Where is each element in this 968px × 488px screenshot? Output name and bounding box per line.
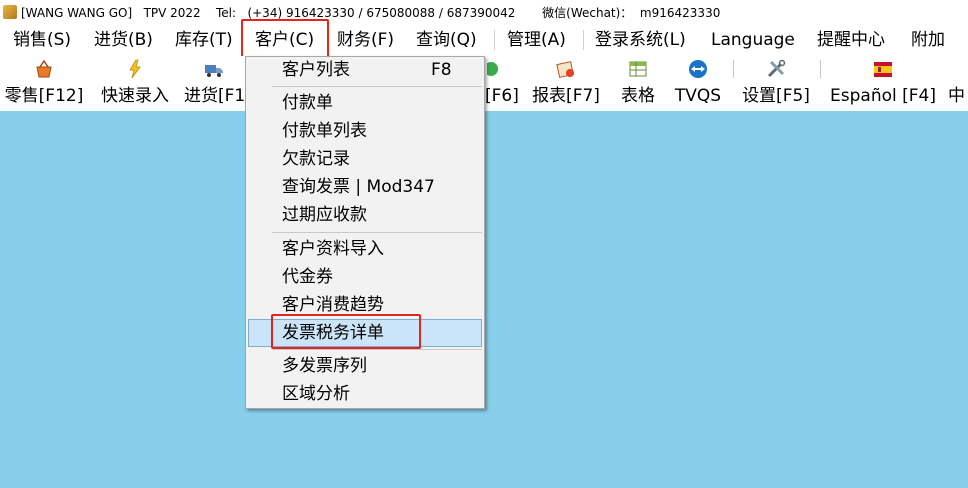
menu-item-region-analysis[interactable]: 区域分析 [248,381,482,407]
menu-reminder[interactable]: 提醒中心 [817,28,885,52]
menu-divider [272,86,482,87]
toolbar-label: 报表[F7] [532,86,600,106]
menu-item-multi-invoice-series[interactable]: 多发票序列 [248,353,482,379]
menu-language[interactable]: Language [711,28,795,52]
toolbar-table[interactable]: 表格 [614,56,662,111]
menu-item-payment[interactable]: 付款单 [248,90,482,116]
highlight-box-invoice-tax-detail [271,314,421,349]
toolbar-tvqs[interactable]: TVQS [670,56,726,111]
menu-item-label: 过期应收款 [282,205,367,225]
menu-item-label: 客户列表 [282,60,350,80]
highlight-box-customer-menu [241,19,329,59]
toolbar-chinese[interactable]: 中 [946,56,968,111]
menu-item-query-invoice[interactable]: 查询发票 | Mod347 [248,174,482,200]
spain-flag-icon [874,62,892,77]
menu-item-label: 付款单 [282,93,333,113]
toolbar-espanol[interactable]: Español [F4] [827,56,939,111]
menu-divider [272,349,482,350]
menu-item-label: 多发票序列 [282,356,367,376]
menu-inventory[interactable]: 库存(T) [175,28,233,52]
toolbar-separator [820,60,821,78]
truck-icon [205,65,223,77]
lightning-icon [129,59,141,79]
menu-item-label: 区域分析 [282,384,350,404]
toolbar-label: TVQS [674,86,722,106]
menu-divider [272,232,482,233]
menu-item-label: 付款单列表 [282,121,367,141]
menu-sales[interactable]: 销售(S) [13,28,71,52]
report-icon [556,61,574,78]
menu-separator [494,30,495,50]
window-title: [WANG WANG GO] TPV 2022 Tel: (+34) 91642… [21,5,721,20]
menu-item-label: 客户资料导入 [282,239,384,259]
menu-item-overdue-receivables[interactable]: 过期应收款 [248,202,482,228]
menu-item-debt-record[interactable]: 欠款记录 [248,146,482,172]
toolbar-label: 快速录入 [101,86,169,106]
toolbar-label: 进货[F1 [184,86,246,106]
app-icon [3,5,17,19]
menu-item-customer-import[interactable]: 客户资料导入 [248,236,482,262]
menu-item-label: 查询发票 | Mod347 [282,177,435,197]
toolbar-retail[interactable]: 零售[F12] [2,56,86,111]
toolbar-label: 中 [948,86,965,106]
menu-finance[interactable]: 财务(F) [337,28,394,52]
menu-separator [583,30,584,50]
green-circle-icon [487,62,498,76]
toolbar-f6[interactable]: [F6] [483,56,523,111]
menu-login[interactable]: 登录系统(L) [595,28,686,52]
toolbar-label: 设置[F5] [742,86,810,106]
customer-dropdown-menu: 客户列表 F8 付款单 付款单列表 欠款记录 查询发票 | Mod347 过期应… [245,56,485,409]
toolbar-label: [F6] [485,86,519,106]
title-bar: [WANG WANG GO] TPV 2022 Tel: (+34) 91642… [0,0,968,24]
menu-item-label: 代金券 [282,267,333,287]
menu-item-payment-list[interactable]: 付款单列表 [248,118,482,144]
menu-item-customer-list[interactable]: 客户列表 F8 [248,57,482,83]
menu-item-label: 欠款记录 [282,149,350,169]
tools-icon [767,59,786,78]
toolbar-label: 零售[F12] [4,86,84,106]
toolbar-separator [733,60,734,78]
menu-bar: 销售(S) 进货(B) 库存(T) 客户(C) 财务(F) 查询(Q) 管理(A… [0,24,968,56]
basket-icon [36,59,52,78]
menu-extra[interactable]: 附加 [911,28,945,52]
table-icon [629,61,647,77]
menu-item-shortcut: F8 [431,60,452,80]
menu-item-voucher[interactable]: 代金券 [248,264,482,290]
menu-purchase[interactable]: 进货(B) [94,28,153,52]
menu-manage[interactable]: 管理(A) [507,28,566,52]
toolbar-label: Español [F4] [830,86,936,106]
teamviewer-icon [689,60,707,78]
toolbar-label: 表格 [621,86,655,106]
toolbar-report[interactable]: 报表[F7] [530,56,602,111]
menu-query[interactable]: 查询(Q) [416,28,477,52]
toolbar-settings[interactable]: 设置[F5] [738,56,814,111]
toolbar-purchase[interactable]: 进货[F1 [182,56,246,111]
toolbar-quick-entry[interactable]: 快速录入 [95,56,175,111]
